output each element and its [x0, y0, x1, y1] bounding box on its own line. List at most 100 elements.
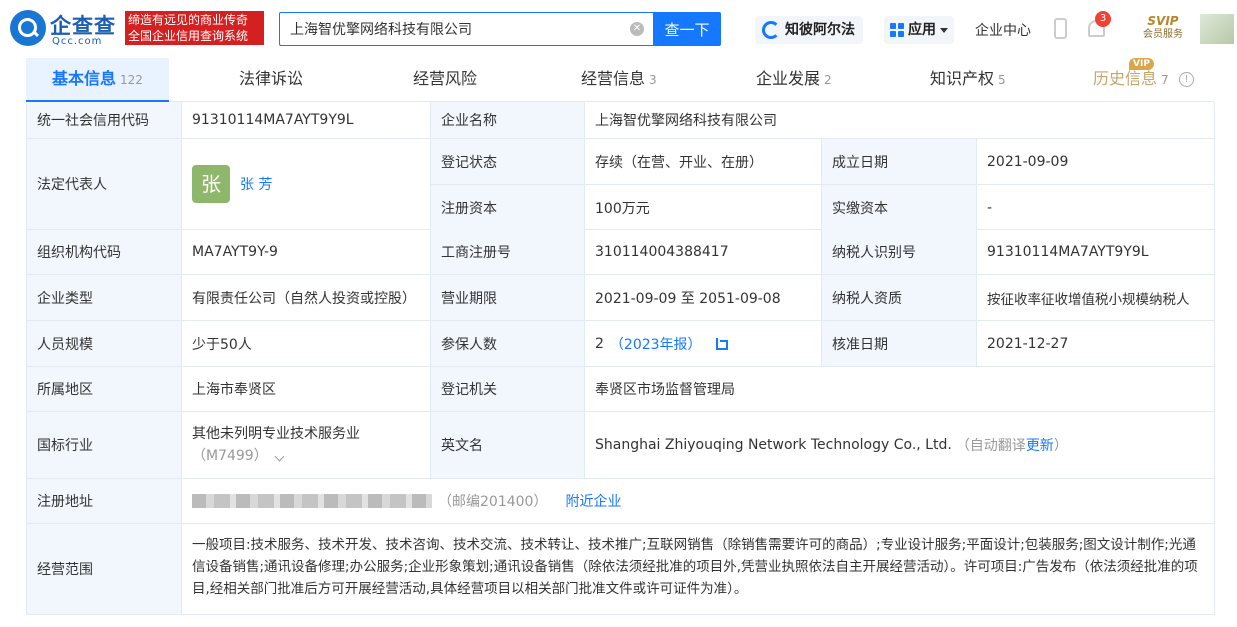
info-icon[interactable]: ! — [1179, 72, 1194, 87]
nearby-companies-link[interactable]: 附近企业 — [565, 491, 621, 511]
approval-date-label: 核准日期 — [822, 321, 977, 366]
tab-label: 经营信息 — [581, 69, 646, 88]
search-button[interactable]: 查一下 — [653, 12, 721, 46]
credit-code-label: 统一社会信用代码 — [27, 102, 182, 138]
industry-label: 国标行业 — [27, 412, 182, 478]
table-row: 统一社会信用代码 91310114MA7AYT9Y9L 企业名称 上海智优擎网络… — [27, 102, 1215, 139]
apps-menu[interactable]: 应用 — [884, 16, 954, 44]
trend-chart-icon[interactable] — [715, 337, 728, 350]
tab-label: 法律诉讼 — [239, 69, 304, 88]
logo-magnifier-icon — [10, 10, 46, 46]
scope-value: 一般项目:技术服务、技术开发、技术咨询、技术交流、技术转让、技术推广;互联网销售… — [192, 537, 1198, 597]
insured-report-link[interactable]: （2023年报） — [610, 334, 702, 354]
tab-legal[interactable]: 法律诉讼 — [239, 58, 303, 102]
address-label: 注册地址 — [27, 479, 182, 523]
auto-translate-note: （自动翻译 — [955, 438, 1026, 454]
taxpayer-qual-label: 纳税人资质 — [822, 275, 977, 320]
logo-domain: Qcc.com — [52, 36, 103, 47]
svip-member-button[interactable]: SVIP 会员服务 — [1138, 14, 1188, 44]
region-value: 上海市奉贤区 — [182, 367, 431, 411]
slogan-banner: 缔造有远见的商业传奇 全国企业信用查询系统 — [125, 11, 264, 45]
zhibi-label: 知彼阿尔法 — [785, 22, 855, 38]
founded-label: 成立日期 — [822, 139, 977, 184]
notification-count-badge: 3 — [1095, 11, 1111, 27]
taxpayer-id-label: 纳税人识别号 — [822, 230, 977, 274]
zhibi-logo-icon — [762, 21, 780, 39]
mobile-phone-icon[interactable] — [1054, 18, 1067, 39]
clear-icon[interactable]: ✕ — [630, 22, 644, 36]
paid-capital-label: 实缴资本 — [822, 185, 977, 230]
slogan-line-2: 全国企业信用查询系统 — [128, 29, 249, 43]
postcode: （邮编201400） — [438, 494, 548, 510]
svip-label: SVIP — [1147, 14, 1179, 28]
qcc-logo[interactable]: 企查查 Qcc.com — [10, 10, 122, 48]
industry-cell: 其他未列明专业技术服务业 （M7499） — [182, 412, 431, 478]
approval-date-value: 2021-12-27 — [977, 321, 1215, 366]
reg-capital-label: 注册资本 — [431, 185, 585, 230]
insured-value: 2 — [595, 335, 604, 352]
scope-label: 经营范围 — [27, 524, 182, 614]
tab-count: 2 — [824, 73, 832, 87]
search-input[interactable] — [280, 13, 620, 45]
vip-tag: VIP — [1129, 58, 1154, 70]
update-link[interactable]: 更新 — [1026, 435, 1054, 455]
english-name-value: Shanghai Zhiyouqing Network Technology C… — [595, 437, 952, 453]
table-row: 企业类型 有限责任公司（自然人投资或控股） 营业期限 2021-09-09 至 … — [27, 275, 1215, 321]
company-name-value: 上海智优擎网络科技有限公司 — [585, 102, 1215, 138]
authority-label: 登记机关 — [431, 367, 585, 411]
biz-reg-no-value: 310114004388417 — [585, 230, 822, 274]
svip-sub-label: 会员服务 — [1143, 29, 1183, 40]
table-row: 组织机构代码 MA7AYT9Y-9 工商注册号 310114004388417 … — [27, 230, 1215, 275]
address-cell: （邮编201400） 附近企业 — [182, 479, 1215, 523]
chevron-down-icon — [274, 451, 285, 462]
legal-rep-avatar[interactable]: 张 — [192, 165, 230, 203]
corp-center-link[interactable]: 企业中心 — [975, 20, 1031, 40]
tab-ip[interactable]: 知识产权 5 — [930, 58, 1006, 102]
grid-icon — [890, 23, 904, 37]
tab-operations[interactable]: 经营信息 3 — [581, 58, 657, 102]
section-tabs: 基本信息 122 法律诉讼 经营风险 经营信息 3 企业发展 2 知识产权 5 历史信息… — [26, 58, 1214, 102]
table-row: 所属地区 上海市奉贤区 登记机关 奉贤区市场监督管理局 — [27, 367, 1215, 412]
company-name-label: 企业名称 — [431, 102, 585, 138]
region-label: 所属地区 — [27, 367, 182, 411]
zhibi-alpha-button[interactable]: 知彼阿尔法 — [755, 16, 863, 44]
table-row: 注册地址 （邮编201400） 附近企业 — [27, 479, 1215, 524]
search-box: ✕ — [279, 12, 654, 46]
user-avatar[interactable] — [1200, 14, 1234, 44]
legal-rep-name-link[interactable]: 张 芳 — [240, 174, 272, 194]
taxpayer-qual-value: 按征收率征收增值税小规模纳税人 — [977, 275, 1215, 320]
industry-code: （M7499） — [192, 448, 268, 464]
basic-info-table: 统一社会信用代码 91310114MA7AYT9Y9L 企业名称 上海智优擎网络… — [26, 102, 1215, 615]
org-code-label: 组织机构代码 — [27, 230, 182, 274]
table-row: 法定代表人 张 张 芳 登记状态 存续（在营、开业、在册） 成立日期 2021-… — [27, 139, 1215, 230]
tab-basic-info[interactable]: 基本信息 122 — [26, 58, 169, 102]
industry-code-row[interactable]: （M7499） — [192, 445, 285, 467]
tab-risk[interactable]: 经营风险 — [413, 58, 477, 102]
org-code-value: MA7AYT9Y-9 — [182, 230, 431, 274]
tab-label: 企业发展 — [756, 69, 821, 88]
authority-value: 奉贤区市场监督管理局 — [585, 367, 1215, 411]
english-name-cell: Shanghai Zhiyouqing Network Technology C… — [585, 412, 1215, 478]
scope-cell: 一般项目:技术服务、技术开发、技术咨询、技术交流、技术转让、技术推广;互联网销售… — [182, 524, 1215, 614]
slogan-line-1: 缔造有远见的商业传奇 — [128, 13, 249, 27]
company-type-value: 有限责任公司（自然人投资或控股） — [182, 275, 431, 320]
apps-label: 应用 — [908, 22, 936, 38]
term-value: 2021-09-09 至 2051-09-08 — [585, 275, 822, 320]
credit-code-value: 91310114MA7AYT9Y9L — [182, 102, 431, 138]
top-bar: 企查查 Qcc.com 缔造有远见的商业传奇 全国企业信用查询系统 ✕ 查一下 … — [0, 0, 1237, 58]
tab-label: 基本信息 — [52, 69, 117, 88]
biz-reg-no-label: 工商注册号 — [431, 230, 585, 274]
paid-capital-value: - — [977, 185, 1215, 230]
legal-rep-label: 法定代表人 — [27, 139, 182, 229]
tab-label: 经营风险 — [413, 69, 478, 88]
status-value: 存续（在营、开业、在册） — [585, 139, 822, 184]
tab-count: 122 — [120, 73, 143, 87]
term-label: 营业期限 — [431, 275, 585, 320]
tab-development[interactable]: 企业发展 2 — [756, 58, 832, 102]
table-row: 人员规模 少于50人 参保人数 2 （2023年报） 核准日期 2021-12-… — [27, 321, 1215, 367]
founded-value: 2021-09-09 — [977, 139, 1215, 184]
table-subrow: 登记状态 存续（在营、开业、在册） 成立日期 2021-09-09 — [431, 139, 1215, 185]
insured-label: 参保人数 — [431, 321, 585, 366]
tab-count: 7 — [1161, 73, 1169, 87]
table-row: 经营范围 一般项目:技术服务、技术开发、技术咨询、技术交流、技术转让、技术推广;… — [27, 524, 1215, 615]
